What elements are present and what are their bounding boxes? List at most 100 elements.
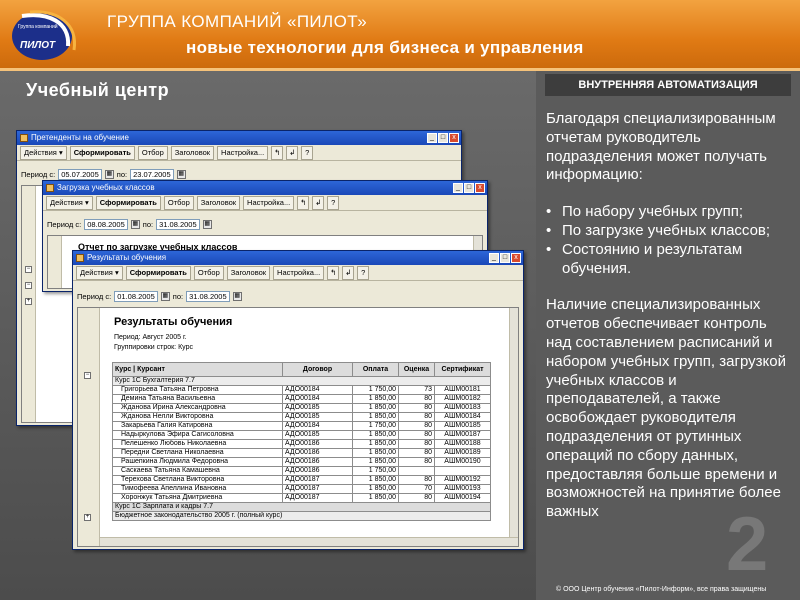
actions-menu[interactable]: Действия ▾ xyxy=(76,265,123,280)
group-row[interactable]: Курс 1С Зарплата и кадры 7.7 xyxy=(112,502,491,512)
group-label: Курс 1С Зарплата и кадры 7.7 xyxy=(112,502,491,512)
results-table: Курс | Курсант Договор Оплата Оценка Сер… xyxy=(112,362,491,521)
table-row[interactable]: Закарьева Галия Катировна АДО00184 1 750,0… xyxy=(112,421,491,431)
expand-icon[interactable]: + xyxy=(25,298,32,305)
window-titlebar[interactable]: Претенденты на обучение _ □ x xyxy=(17,131,461,145)
table-row[interactable]: Демина Татьяна Васильевна АДО00184 1 850,0… xyxy=(112,394,491,404)
expand-icon[interactable]: − xyxy=(25,266,32,273)
table-row[interactable]: Надыркулова Эфира Сагисоловна АДО00185 1 8… xyxy=(112,430,491,440)
calendar-icon[interactable]: ▦ xyxy=(176,169,186,179)
settings-button[interactable]: Настройка... xyxy=(273,265,325,280)
column-header[interactable]: Курс | Курсант xyxy=(112,362,283,377)
table-row[interactable]: Пелешенко Любовь Николаевна АДО00186 1 850… xyxy=(112,439,491,449)
select-button[interactable]: Отбор xyxy=(163,195,194,210)
expand-icon[interactable]: + xyxy=(84,514,91,521)
settings-button[interactable]: Настройка... xyxy=(217,145,269,160)
payment-cell: 1 850,00 xyxy=(352,394,399,404)
table-row[interactable]: Жданова Ирина Александровна АДО00185 1 850… xyxy=(112,403,491,413)
arrow-down-icon[interactable]: ↲ xyxy=(286,145,299,160)
calendar-icon[interactable]: ▦ xyxy=(202,219,212,229)
column-header[interactable]: Сертификат xyxy=(434,362,491,377)
heading-button[interactable]: Заголовок xyxy=(170,145,215,160)
certificate-cell: АШМ00181 xyxy=(434,385,491,395)
calendar-icon[interactable]: ▦ xyxy=(232,291,242,301)
table-row[interactable]: Терехова Светлана Викторовна АДО00187 1 85… xyxy=(112,475,491,485)
to-label: по: xyxy=(172,291,184,301)
table-row[interactable]: Саскаева Татьяна Камашевна АДО00186 1 750,… xyxy=(112,466,491,476)
arrow-down-icon[interactable]: ↲ xyxy=(342,265,355,280)
table-row[interactable]: Жданова Нелли Викторовна АДО00185 1 850,00… xyxy=(112,412,491,422)
help-button[interactable]: ? xyxy=(301,145,314,160)
certificate-cell: АШМ00187 xyxy=(434,430,491,440)
select-button[interactable]: Отбор xyxy=(137,145,168,160)
table-row[interactable]: Рашепкина Людмила Федоровна АДО00186 1 850… xyxy=(112,457,491,467)
table-row[interactable]: Хоронжук Татьяна Дмитриевна АДО00187 1 850… xyxy=(112,493,491,503)
payment-cell: 1 850,00 xyxy=(352,412,399,422)
help-button[interactable]: ? xyxy=(357,265,370,280)
arrow-up-icon[interactable]: ↰ xyxy=(297,195,310,210)
panel-heading: ВНУТРЕННЯЯ АВТОМАТИЗАЦИЯ xyxy=(545,74,791,96)
close-button[interactable]: x xyxy=(475,183,485,193)
select-button[interactable]: Отбор xyxy=(193,265,224,280)
date-from-field[interactable]: 05.07.2005 xyxy=(58,168,102,180)
window-titlebar[interactable]: Загрузка учебных классов _ □ x xyxy=(43,181,487,195)
maximize-button[interactable]: □ xyxy=(500,253,510,263)
to-label: по: xyxy=(142,219,154,229)
payment-cell: 1 850,00 xyxy=(352,493,399,503)
calendar-icon[interactable]: ▦ xyxy=(160,291,170,301)
window-titlebar[interactable]: Результаты обучения _ □ x xyxy=(73,251,523,265)
expand-icon[interactable]: − xyxy=(25,282,32,289)
form-button[interactable]: Сформировать xyxy=(95,195,161,210)
period-label: Период с: xyxy=(47,219,82,229)
minimize-button[interactable]: _ xyxy=(427,133,437,143)
column-header[interactable]: Оценка xyxy=(398,362,435,377)
student-name-cell: Пелешенко Любовь Николаевна xyxy=(112,439,283,449)
form-button[interactable]: Сформировать xyxy=(125,265,191,280)
date-to-field[interactable]: 23.07.2005 xyxy=(130,168,174,180)
report-title: Результаты обучения xyxy=(114,316,233,328)
report-period: Период: Август 2005 г. xyxy=(114,334,187,341)
heading-button[interactable]: Заголовок xyxy=(196,195,241,210)
help-button[interactable]: ? xyxy=(327,195,340,210)
group-row[interactable]: Бюджетное законодательство 2005 г. (полн… xyxy=(112,511,491,521)
actions-menu[interactable]: Действия ▾ xyxy=(46,195,93,210)
arrow-down-icon[interactable]: ↲ xyxy=(312,195,325,210)
arrow-up-icon[interactable]: ↰ xyxy=(271,145,284,160)
maximize-button[interactable]: □ xyxy=(464,183,474,193)
date-to-field[interactable]: 31.08.2005 xyxy=(186,290,230,302)
settings-button[interactable]: Настройка... xyxy=(243,195,295,210)
outline-gutter xyxy=(48,236,62,288)
calendar-icon[interactable]: ▦ xyxy=(130,219,140,229)
date-from-field[interactable]: 08.08.2005 xyxy=(84,218,128,230)
actions-menu[interactable]: Действия ▾ xyxy=(20,145,67,160)
form-button[interactable]: Сформировать xyxy=(69,145,135,160)
close-button[interactable]: x xyxy=(511,253,521,263)
student-name-cell: Саскаева Татьяна Камашевна xyxy=(112,466,283,476)
group-row[interactable]: Курс 1С Бухгалтерия 7.7 xyxy=(112,376,491,386)
column-header[interactable]: Оплата xyxy=(352,362,399,377)
table-row[interactable]: Передни Светлана Николаевна АДО00186 1 850… xyxy=(112,448,491,458)
vertical-scrollbar[interactable] xyxy=(509,308,518,537)
contract-cell: АДО00187 xyxy=(282,475,353,485)
window-training-results[interactable]: Результаты обучения _ □ x Действия ▾ Сфо… xyxy=(72,250,524,550)
arrow-up-icon[interactable]: ↰ xyxy=(327,265,340,280)
date-from-field[interactable]: 01.08.2005 xyxy=(114,290,158,302)
close-button[interactable]: x xyxy=(449,133,459,143)
report-area: − + Результаты обучения Период: Август 2… xyxy=(77,307,519,547)
horizontal-scrollbar[interactable] xyxy=(100,537,518,546)
grade-cell: 80 xyxy=(398,412,435,422)
table-row[interactable]: Григорьева Татьяна Петровна АДО00184 1 750… xyxy=(112,385,491,395)
maximize-button[interactable]: □ xyxy=(438,133,448,143)
table-row[interactable]: Тимофеева Апеллина Ивановна АДО00187 1 850… xyxy=(112,484,491,494)
heading-button[interactable]: Заголовок xyxy=(226,265,271,280)
minimize-button[interactable]: _ xyxy=(489,253,499,263)
minimize-button[interactable]: _ xyxy=(453,183,463,193)
student-name-cell: Григорьева Татьяна Петровна xyxy=(112,385,283,395)
collapse-icon[interactable]: − xyxy=(84,372,91,379)
group-label: Курс 1С Бухгалтерия 7.7 xyxy=(112,376,491,386)
certificate-cell: АШМ00184 xyxy=(434,412,491,422)
calendar-icon[interactable]: ▦ xyxy=(104,169,114,179)
column-header[interactable]: Договор xyxy=(282,362,353,377)
period-row: Период с: 01.08.2005 ▦ по: 31.08.2005 ▦ xyxy=(77,289,242,303)
date-to-field[interactable]: 31.08.2005 xyxy=(156,218,200,230)
